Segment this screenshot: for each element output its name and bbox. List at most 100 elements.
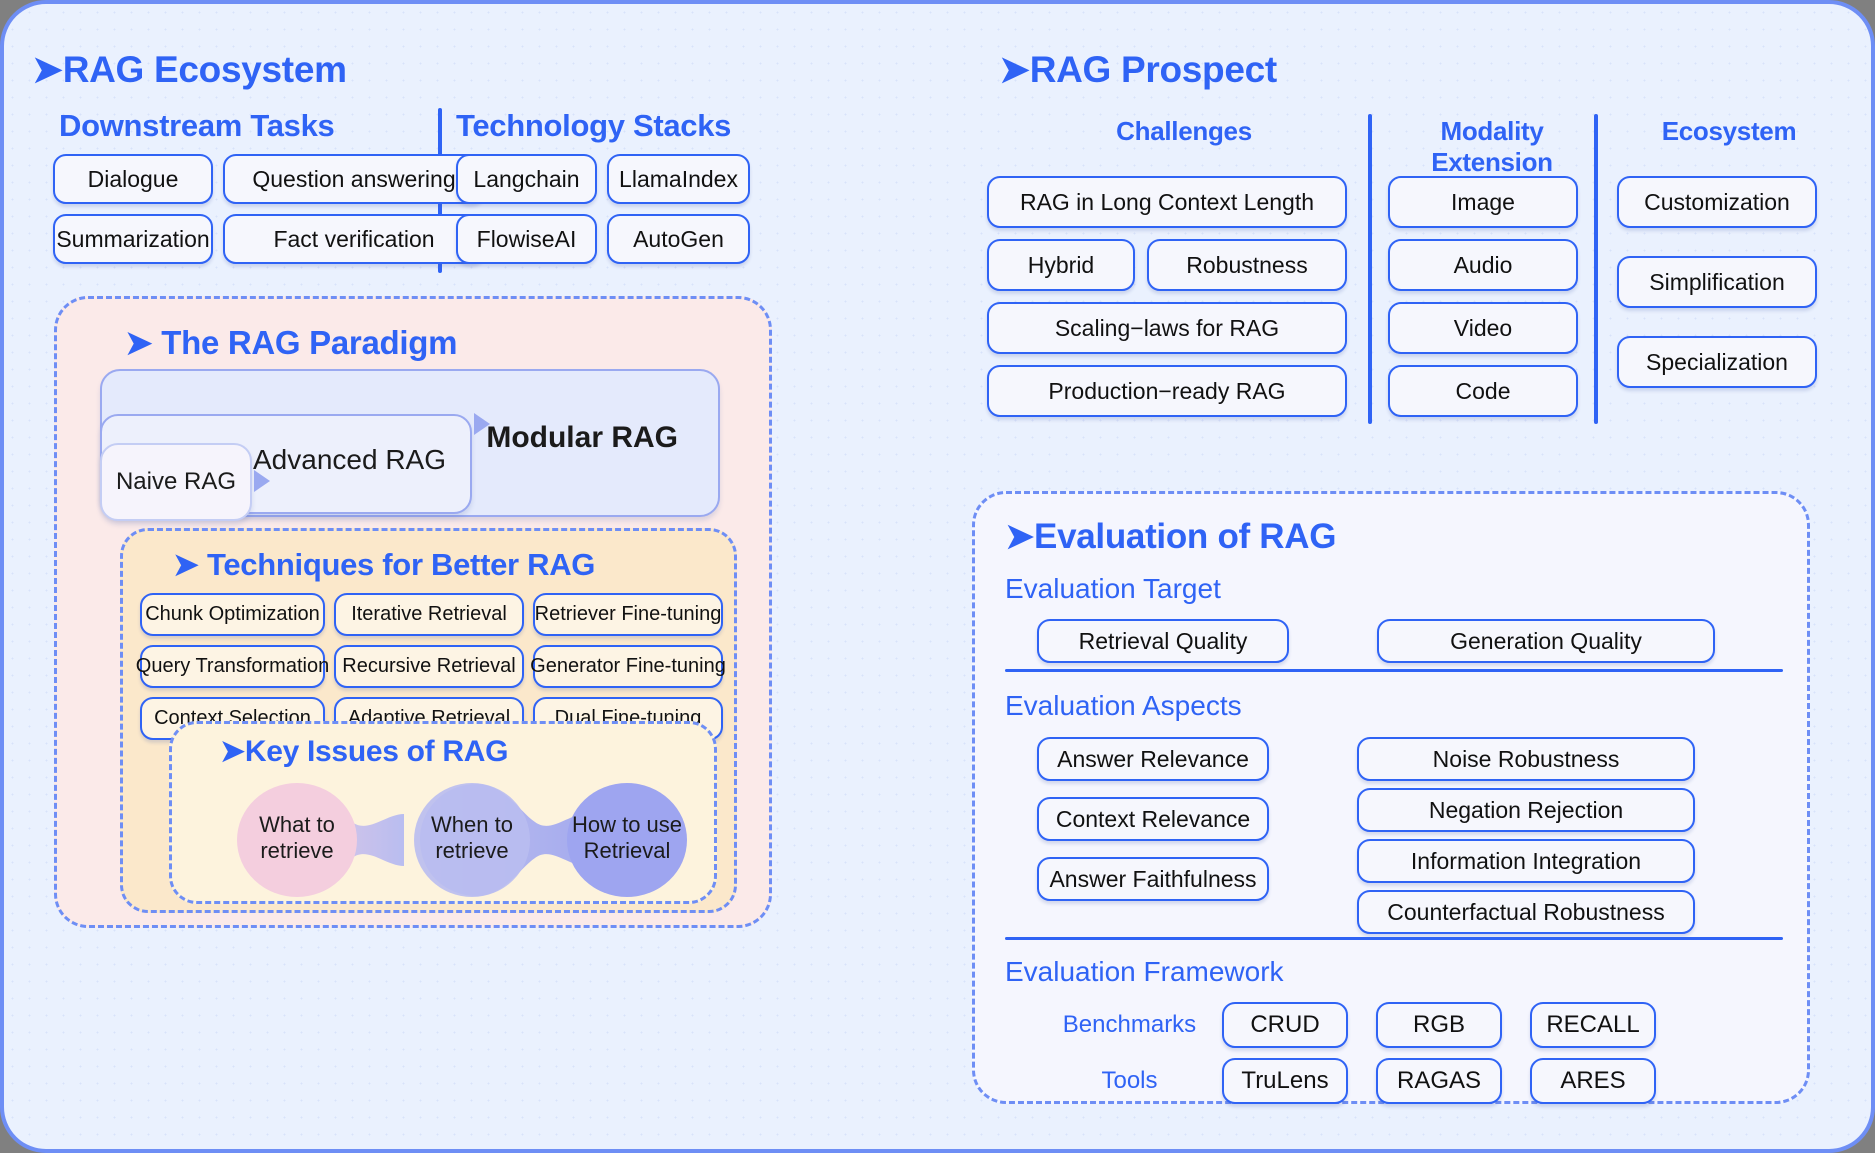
key-issues-blobs: What to retrieve When to retrieve How to…: [172, 772, 714, 901]
advanced-rag-box: Advanced RAG Naive RAG: [100, 414, 472, 521]
tag-retrieval-quality[interactable]: Retrieval Quality: [1037, 619, 1289, 663]
techniques-grid: Chunk Optimization Iterative Retrieval R…: [136, 593, 726, 740]
techniques-row: Chunk Optimization Iterative Retrieval R…: [140, 593, 723, 636]
tag-retriever-fine-tuning[interactable]: Retriever Fine-tuning: [533, 593, 723, 636]
tag-customization[interactable]: Customization: [1617, 176, 1817, 228]
naive-rag-box: Naive RAG: [100, 443, 252, 521]
tag-rgb[interactable]: RGB: [1376, 1002, 1502, 1048]
tag-ragas[interactable]: RAGAS: [1376, 1058, 1502, 1104]
technology-stacks-heading: Technology Stacks: [456, 108, 732, 143]
tag-answer-relevance[interactable]: Answer Relevance: [1037, 737, 1269, 781]
arrow-naive-to-advanced-icon: [254, 470, 270, 492]
tag-audio[interactable]: Audio: [1388, 239, 1578, 291]
techniques-title-text: Techniques for Better RAG: [207, 547, 596, 582]
tools-row: Tools TruLens RAGAS ARES: [1037, 1058, 1684, 1104]
modular-rag-box: Modular RAG Advanced RAG Naive RAG: [100, 369, 720, 521]
tag-generator-fine-tuning[interactable]: Generator Fine-tuning: [530, 645, 726, 688]
arrow-right-icon: ➤: [1005, 517, 1035, 556]
tag-rag-in-long-context-length[interactable]: RAG in Long Context Length: [987, 176, 1347, 228]
tag-iterative-retrieval[interactable]: Iterative Retrieval: [334, 593, 524, 636]
tag-simplification[interactable]: Simplification: [1617, 256, 1817, 308]
tag-crud[interactable]: CRUD: [1222, 1002, 1348, 1048]
prospect-ecosystem-heading: Ecosystem: [1661, 116, 1797, 146]
tag-information-integration[interactable]: Information Integration: [1357, 839, 1695, 883]
rag-prospect-title-text: RAG Prospect: [1029, 49, 1278, 90]
tag-question-answering[interactable]: Question answering: [223, 154, 485, 204]
arrow-right-icon: ➤: [125, 324, 153, 361]
arrow-advanced-to-modular-icon: [474, 413, 490, 435]
challenges-heading: Challenges: [1116, 116, 1252, 146]
evaluation-aspects-right-list: Noise Robustness Negation Rejection Info…: [1357, 737, 1695, 934]
benchmarks-label: Benchmarks: [1062, 1011, 1197, 1038]
key-issues-title-text: Key Issues of RAG: [244, 735, 509, 768]
tag-dialogue[interactable]: Dialogue: [53, 154, 213, 204]
key-issues-panel: ➤Key Issues of RAG What to retrieve When…: [169, 721, 717, 904]
tag-autogen[interactable]: AutoGen: [607, 214, 750, 264]
techniques-panel: ➤ Techniques for Better RAG Chunk Optimi…: [120, 528, 737, 913]
tag-recall[interactable]: RECALL: [1530, 1002, 1656, 1048]
tag-context-relevance[interactable]: Context Relevance: [1037, 797, 1269, 841]
evaluation-title: ➤Evaluation of RAG: [1005, 517, 1336, 557]
technology-stacks-row: Langchain LlamaIndex: [456, 154, 750, 204]
technology-stacks-row: FlowiseAI AutoGen: [456, 214, 750, 264]
evaluation-framework-rows: Benchmarks CRUD RGB RECALL Tools TruLens…: [1037, 1002, 1684, 1114]
tag-flowiseai[interactable]: FlowiseAI: [456, 214, 597, 264]
rag-paradigm-title: ➤ The RAG Paradigm: [125, 323, 457, 362]
downstream-tasks-grid: Dialogue Question answering Summarizatio…: [53, 154, 485, 274]
tag-answer-faithfulness[interactable]: Answer Faithfulness: [1037, 857, 1269, 901]
arrow-right-icon: ➤: [173, 547, 199, 582]
tag-image[interactable]: Image: [1388, 176, 1578, 228]
modality-extension-heading: Modality Extension: [1431, 116, 1553, 177]
tag-robustness[interactable]: Robustness: [1147, 239, 1347, 291]
tag-negation-rejection[interactable]: Negation Rejection: [1357, 788, 1695, 832]
blob-label-how-to-use-retrieval: How to use Retrieval: [571, 812, 683, 864]
tag-trulens[interactable]: TruLens: [1222, 1058, 1348, 1104]
evaluation-target-list: Retrieval Quality Generation Quality: [1037, 619, 1715, 663]
rag-ecosystem-title: ➤RAG Ecosystem: [32, 48, 347, 91]
tag-generation-quality[interactable]: Generation Quality: [1377, 619, 1715, 663]
tag-counterfactual-robustness[interactable]: Counterfactual Robustness: [1357, 890, 1695, 934]
tag-specialization[interactable]: Specialization: [1617, 336, 1817, 388]
technology-stacks-grid: Langchain LlamaIndex FlowiseAI AutoGen: [456, 154, 750, 274]
arrow-right-icon: ➤: [220, 735, 245, 768]
techniques-title: ➤ Techniques for Better RAG: [173, 547, 595, 583]
tag-fact-verification[interactable]: Fact verification: [223, 214, 485, 264]
blob-label-when-to-retrieve: When to retrieve: [431, 812, 513, 864]
tag-ares[interactable]: ARES: [1530, 1058, 1656, 1104]
tag-recursive-retrieval[interactable]: Recursive Retrieval: [334, 645, 524, 688]
evaluation-aspects-left-list: Answer Relevance Context Relevance Answe…: [1037, 737, 1269, 901]
tag-code[interactable]: Code: [1388, 365, 1578, 417]
tag-scaling-laws-for-rag[interactable]: Scaling−laws for RAG: [987, 302, 1347, 354]
tag-noise-robustness[interactable]: Noise Robustness: [1357, 737, 1695, 781]
evaluation-aspects-heading: Evaluation Aspects: [1005, 690, 1242, 721]
tag-langchain[interactable]: Langchain: [456, 154, 597, 204]
downstream-tasks-row: Dialogue Question answering: [53, 154, 485, 204]
tag-production-ready-rag[interactable]: Production−ready RAG: [987, 365, 1347, 417]
tag-hybrid[interactable]: Hybrid: [987, 239, 1135, 291]
tag-video[interactable]: Video: [1388, 302, 1578, 354]
rag-prospect-title: ➤RAG Prospect: [999, 48, 1277, 91]
evaluation-title-text: Evaluation of RAG: [1034, 517, 1337, 556]
challenges-row: Hybrid Robustness: [987, 239, 1347, 291]
tag-chunk-optimization[interactable]: Chunk Optimization: [140, 593, 325, 636]
tag-query-transformation[interactable]: Query Transformation: [136, 645, 329, 688]
modality-extension-list: Image Audio Video Code: [1388, 176, 1578, 417]
evaluation-divider-1: [1005, 669, 1783, 672]
benchmarks-row: Benchmarks CRUD RGB RECALL: [1037, 1002, 1684, 1048]
prospect-divider-1: [1368, 114, 1372, 424]
blob-label-what-to-retrieve: What to retrieve: [259, 812, 335, 864]
rag-paradigm-title-text: The RAG Paradigm: [161, 324, 458, 361]
arrow-right-icon: ➤: [32, 49, 63, 90]
evaluation-panel: ➤Evaluation of RAG Evaluation Target Ret…: [972, 491, 1810, 1104]
downstream-tasks-row: Summarization Fact verification: [53, 214, 485, 264]
evaluation-target-heading: Evaluation Target: [1005, 573, 1221, 604]
challenges-list: RAG in Long Context Length Hybrid Robust…: [987, 176, 1347, 417]
rag-paradigm-panel: ➤ The RAG Paradigm Modular RAG Advanced …: [54, 296, 772, 928]
rag-ecosystem-title-text: RAG Ecosystem: [62, 49, 347, 90]
evaluation-divider-2: [1005, 937, 1783, 940]
downstream-tasks-heading: Downstream Tasks: [59, 108, 335, 143]
techniques-row: Query Transformation Recursive Retrieval…: [136, 645, 726, 688]
tag-llamaindex[interactable]: LlamaIndex: [607, 154, 750, 204]
tools-label: Tools: [1101, 1067, 1158, 1094]
tag-summarization[interactable]: Summarization: [53, 214, 213, 264]
